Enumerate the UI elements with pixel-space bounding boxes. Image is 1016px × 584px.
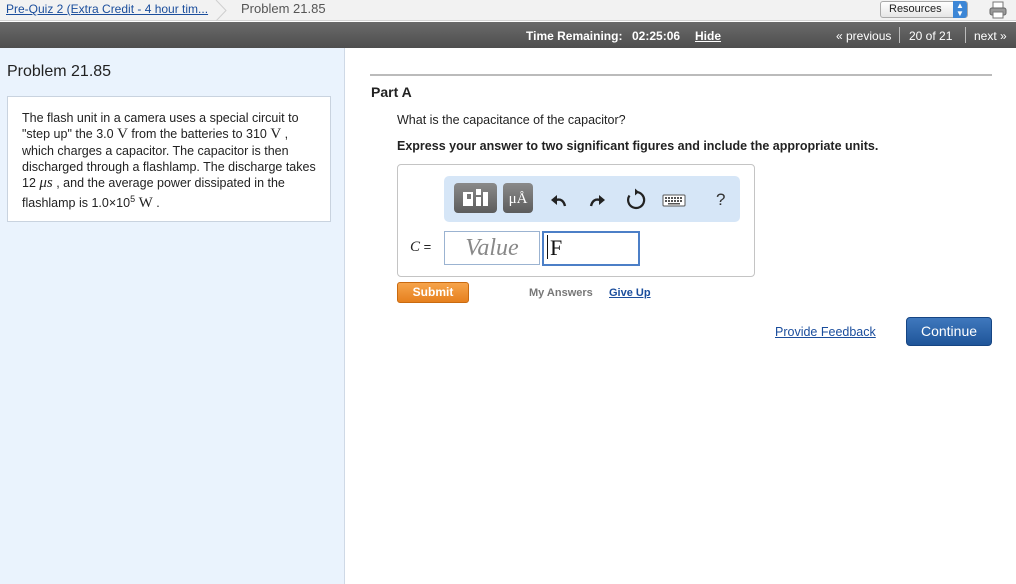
problem-position: 20 of 21 [909,29,953,43]
statement-text: . [152,196,160,211]
give-up-link[interactable]: Give Up [609,287,651,299]
statement-value: 310 [246,127,271,142]
next-link[interactable]: next » [974,29,1007,43]
breadcrumb-current: Problem 21.85 [241,1,326,16]
previous-link[interactable]: « previous [836,29,891,43]
statement-text: from the batteries to [127,127,247,142]
math-toolbar: μÅ ? [444,176,740,222]
redo-icon[interactable] [584,188,608,212]
resources-select-label: Resources [889,3,942,15]
keyboard-icon[interactable] [662,188,686,212]
part-title: Part A [371,84,412,100]
nav-divider [965,27,966,43]
statement-value: 3.0 [96,127,118,142]
templates-button[interactable] [454,183,497,213]
value-input[interactable]: Value [444,231,540,265]
statement-value: 1.0×10 [91,196,131,211]
timer-label: Time Remaining: [526,29,623,43]
units-input-value: F [550,235,563,260]
units-input[interactable]: F [542,231,640,266]
units-button[interactable]: μÅ [503,183,533,213]
question-text: What is the capacitance of the capacitor… [397,113,626,127]
breadcrumb-bar: Pre-Quiz 2 (Extra Credit - 4 hour tim...… [0,0,1016,21]
statement-unit: V [270,126,282,143]
my-answers-label: My Answers [529,287,593,299]
statement-unit: W [138,195,153,212]
help-button[interactable]: ? [716,190,725,210]
timer-value: 02:25:06 [632,29,681,43]
hide-timer-link[interactable]: Hide [695,29,721,43]
nav-divider [899,27,900,43]
provide-feedback-link[interactable]: Provide Feedback [775,325,876,339]
statement-exponent: 5 [130,194,136,205]
assignment-toolbar: Time Remaining: 02:25:06 Hide « previous… [0,22,1016,48]
statement-unit: μs [39,175,53,192]
statement-value: 12 [22,176,40,191]
statement-unit: V [117,126,128,143]
continue-button[interactable]: Continue [906,317,992,346]
text-caret [547,235,548,259]
reset-icon[interactable] [624,188,648,212]
variable-name: C [410,239,421,255]
answer-variable-label: C = [410,239,431,256]
print-icon[interactable] [988,0,1008,20]
breadcrumb-separator-icon [215,0,227,21]
answer-box: μÅ ? C = Value F [397,164,755,277]
instruction-text: Express your answer to two significant f… [397,139,879,153]
problem-panel: Problem 21.85 The flash unit in a camera… [0,48,345,584]
assignment-breadcrumb-link[interactable]: Pre-Quiz 2 (Extra Credit - 4 hour tim... [6,2,208,16]
templates-icon [463,189,488,206]
resources-select[interactable]: Resources ▲ ▼ [880,1,968,18]
undo-icon[interactable] [548,188,572,212]
select-arrows-icon: ▲ ▼ [953,1,967,18]
problem-statement: The flash unit in a camera uses a specia… [7,96,331,222]
problem-title: Problem 21.85 [7,63,112,80]
part-divider [370,74,992,76]
submit-button[interactable]: Submit [397,282,469,303]
equals-sign: = [420,239,432,254]
